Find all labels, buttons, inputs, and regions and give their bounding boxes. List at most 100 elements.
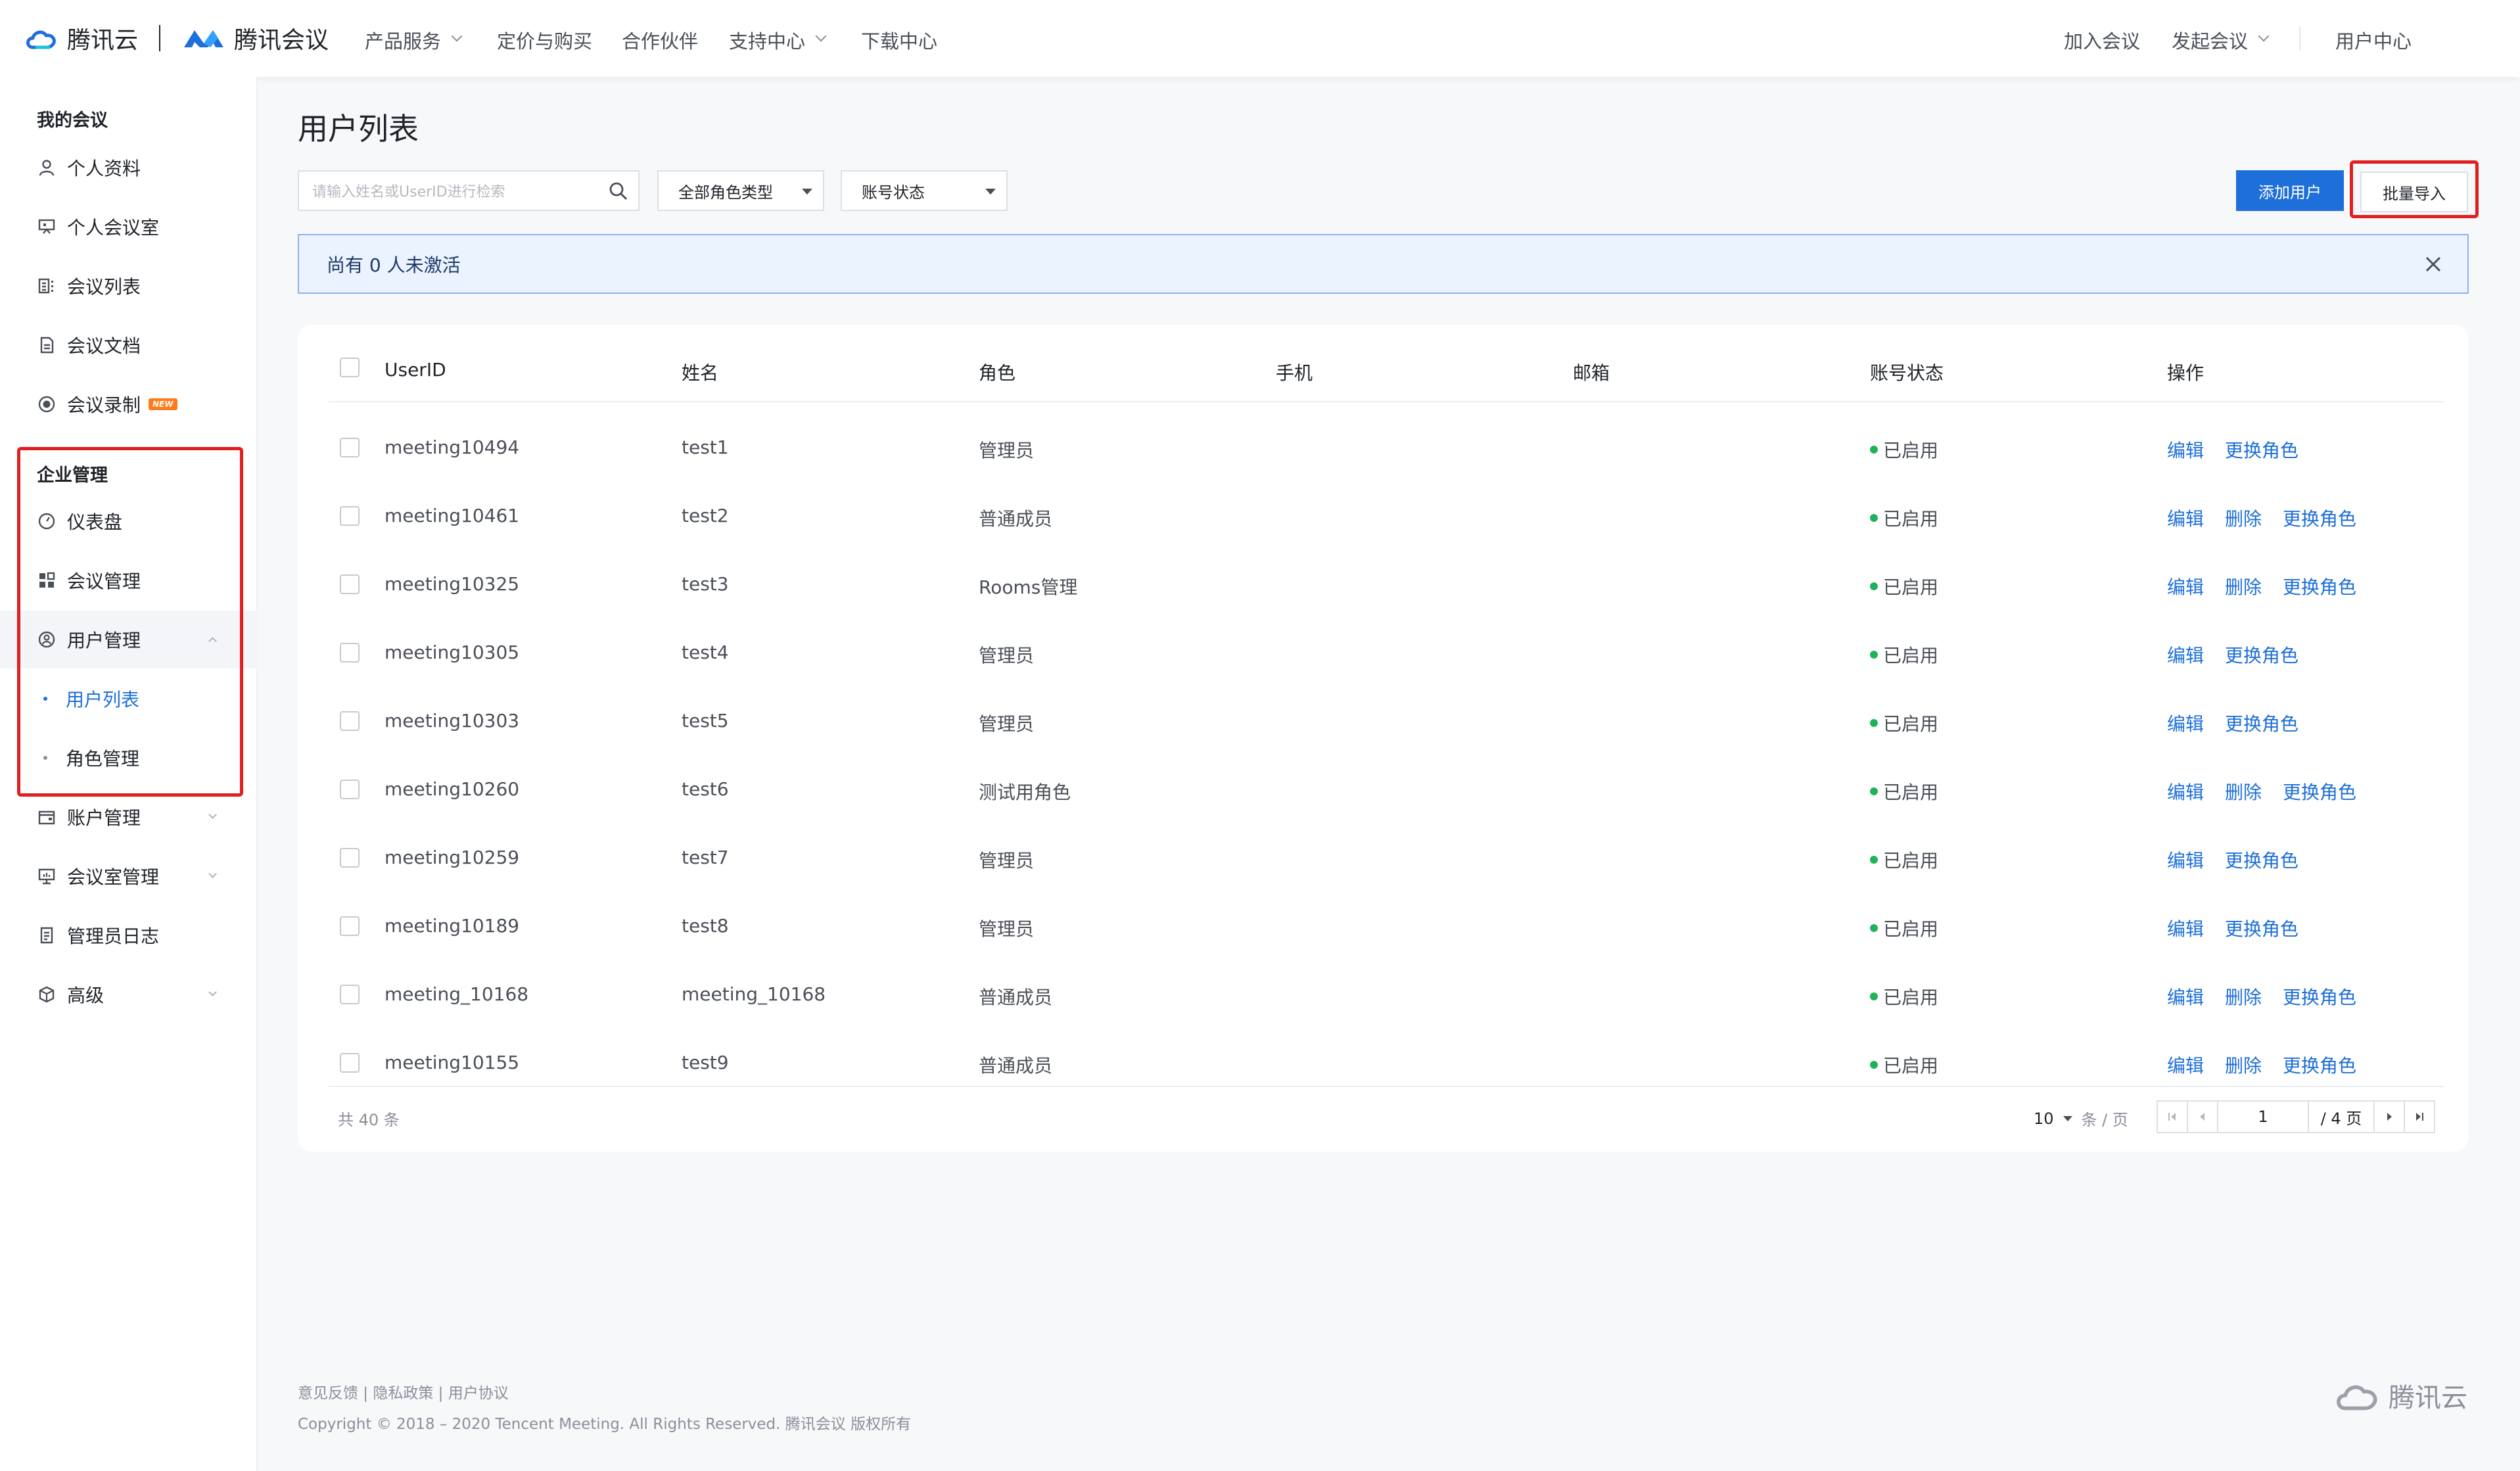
page-number-value: 1	[2258, 1108, 2268, 1126]
total-count: 共 40 条	[338, 1111, 400, 1129]
list-icon	[37, 276, 57, 296]
edit-link[interactable]: 编辑	[2167, 436, 2204, 463]
cell-name: meeting_10168	[682, 983, 826, 1005]
delete-link[interactable]: 删除	[2225, 1052, 2262, 1078]
change-role-link[interactable]: 更换角色	[2225, 710, 2298, 736]
chevron-down-icon	[2258, 30, 2270, 42]
delete-link[interactable]: 删除	[2225, 573, 2262, 599]
sidebar-item-profile[interactable]: 个人资料	[0, 139, 258, 197]
edit-link[interactable]: 编辑	[2167, 847, 2204, 873]
delete-link[interactable]: 删除	[2225, 778, 2262, 805]
edit-link[interactable]: 编辑	[2167, 915, 2204, 941]
caret-down-icon	[985, 189, 996, 195]
column-header-email[interactable]: 邮箱	[1573, 359, 1610, 385]
row-checkbox[interactable]	[340, 780, 360, 799]
column-header-userid[interactable]: UserID	[385, 359, 446, 381]
brand-tencent-cloud[interactable]: 腾讯云	[67, 21, 138, 55]
add-user-button[interactable]: 添加用户	[2236, 170, 2344, 211]
row-checkbox[interactable]	[340, 848, 360, 868]
row-checkbox[interactable]	[340, 711, 360, 731]
next-page-button[interactable]	[2373, 1100, 2405, 1133]
search-input[interactable]: 请输入姓名或UserID进行检索	[298, 170, 640, 211]
delete-link[interactable]: 删除	[2225, 505, 2262, 531]
sidebar-item-meeting-list[interactable]: 会议列表	[0, 257, 258, 315]
sidebar-item-label: 会议室管理	[67, 866, 160, 888]
row-checkbox[interactable]	[340, 438, 360, 457]
cell-name: test9	[682, 1052, 729, 1073]
nav-join-meeting[interactable]: 加入会议	[2064, 26, 2140, 54]
row-checkbox[interactable]	[340, 1053, 360, 1073]
column-header-phone[interactable]: 手机	[1276, 359, 1313, 385]
edit-link[interactable]: 编辑	[2167, 983, 2204, 1010]
page-size-select[interactable]: 10 条 / 页	[2034, 1107, 2128, 1130]
nav-products[interactable]: 产品服务	[365, 26, 463, 54]
column-header-status[interactable]: 账号状态	[1870, 359, 1944, 385]
row-checkbox[interactable]	[340, 916, 360, 936]
select-all-checkbox[interactable]	[340, 358, 360, 377]
brand-divider	[159, 25, 161, 51]
search-icon[interactable]	[608, 181, 629, 206]
status-dot	[1870, 924, 1878, 932]
column-header-role[interactable]: 角色	[979, 359, 1015, 385]
row-checkbox[interactable]	[340, 506, 360, 526]
column-header-name[interactable]: 姓名	[682, 359, 718, 385]
sidebar-item-account-manage[interactable]: 账户管理	[0, 788, 258, 846]
edit-link[interactable]: 编辑	[2167, 505, 2204, 531]
nav-user-center[interactable]: 用户中心	[2335, 26, 2412, 54]
nav-start-meeting[interactable]: 发起会议	[2172, 26, 2270, 54]
row-checkbox[interactable]	[340, 643, 360, 663]
nav-pricing[interactable]: 定价与购买	[497, 26, 592, 54]
change-role-link[interactable]: 更换角色	[2225, 915, 2298, 941]
change-role-link[interactable]: 更换角色	[2283, 573, 2356, 599]
nav-partners[interactable]: 合作伙伴	[622, 26, 698, 54]
footer-copyright: Copyright © 2018 – 2020 Tencent Meeting.…	[298, 1416, 912, 1433]
change-role-link[interactable]: 更换角色	[2225, 847, 2298, 873]
sidebar-item-room-manage[interactable]: 会议室管理	[0, 847, 258, 905]
change-role-link[interactable]: 更换角色	[2225, 642, 2298, 668]
row-checkbox[interactable]	[340, 574, 360, 594]
brand-tencent-meeting[interactable]: 腾讯会议	[234, 21, 329, 55]
change-role-link[interactable]: 更换角色	[2283, 505, 2356, 531]
change-role-link[interactable]: 更换角色	[2283, 983, 2356, 1010]
edit-link[interactable]: 编辑	[2167, 573, 2204, 599]
change-role-link[interactable]: 更换角色	[2283, 1052, 2356, 1078]
close-icon[interactable]	[2421, 252, 2445, 276]
cell-role: 管理员	[979, 713, 1035, 735]
role-type-select[interactable]: 全部角色类型	[657, 170, 824, 211]
tencent-cloud-logo-icon[interactable]	[24, 25, 60, 51]
top-header: 腾讯云 腾讯会议 产品服务 定价与购买 合作伙伴 支持中心 下载中心 加入会议 …	[0, 0, 2520, 77]
status-text: 已启用	[1883, 576, 1939, 598]
edit-link[interactable]: 编辑	[2167, 710, 2204, 736]
first-page-button[interactable]	[2157, 1100, 2188, 1133]
footer-links[interactable]: 意见反馈 | 隐私政策 | 用户协议	[298, 1380, 509, 1403]
sidebar-item-label: 账户管理	[67, 807, 141, 829]
tencent-meeting-logo-icon[interactable]	[181, 25, 227, 51]
account-status-select[interactable]: 账号状态	[841, 170, 1008, 211]
edit-link[interactable]: 编辑	[2167, 1052, 2204, 1078]
sidebar-item-recordings[interactable]: 会议录制 NEW	[0, 375, 258, 433]
sidebar-item-advanced[interactable]: 高级	[0, 966, 258, 1023]
status-badge: 已启用	[1870, 1052, 1938, 1078]
edit-link[interactable]: 编辑	[2167, 778, 2204, 805]
total-pages-label: / 4 页	[2320, 1109, 2362, 1128]
prev-page-button[interactable]	[2187, 1100, 2218, 1133]
nav-support-label: 支持中心	[729, 30, 806, 53]
nav-support[interactable]: 支持中心	[729, 26, 827, 54]
delete-link[interactable]: 删除	[2225, 983, 2262, 1010]
change-role-link[interactable]: 更换角色	[2225, 436, 2298, 463]
user-icon	[37, 158, 57, 177]
status-text: 已启用	[1883, 440, 1939, 461]
cell-name: test5	[682, 710, 729, 732]
nav-download[interactable]: 下载中心	[861, 26, 937, 54]
start-meeting-label: 发起会议	[2172, 30, 2249, 53]
row-checkbox[interactable]	[340, 985, 360, 1004]
last-page-button[interactable]	[2404, 1100, 2435, 1133]
status-text: 已启用	[1883, 1055, 1939, 1077]
sidebar-item-personal-room[interactable]: 个人会议室	[0, 198, 258, 256]
change-role-link[interactable]: 更换角色	[2283, 778, 2356, 805]
sidebar-item-admin-log[interactable]: 管理员日志	[0, 906, 258, 964]
highlight-box-batch-import	[2350, 160, 2479, 218]
sidebar-item-meeting-docs[interactable]: 会议文档	[0, 316, 258, 374]
edit-link[interactable]: 编辑	[2167, 642, 2204, 668]
page-number-input[interactable]: 1	[2217, 1100, 2309, 1133]
